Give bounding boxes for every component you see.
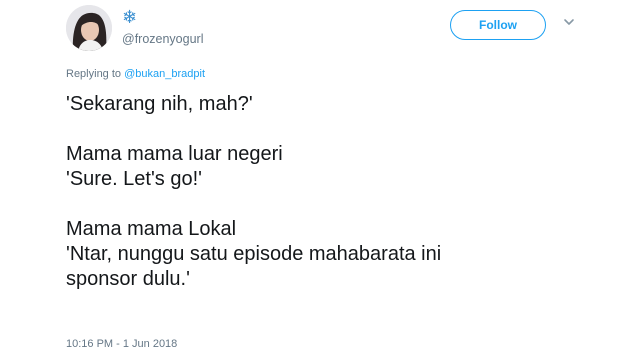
tweet-line: Mama mama Lokal — [66, 218, 237, 240]
profile-photo-icon — [66, 5, 112, 51]
reply-mention-link[interactable]: @bukan_bradpit — [124, 68, 205, 80]
user-handle[interactable]: @frozenyogurl — [122, 32, 203, 46]
tweet-text: 'Sekarang nih, mah?' Mama mama luar nege… — [66, 92, 626, 292]
chevron-down-icon[interactable] — [563, 16, 575, 28]
tweet-card: ❄ @frozenyogurl Follow Replying to @buka… — [0, 0, 640, 360]
display-name[interactable]: ❄ — [122, 7, 137, 27]
tweet-line: Mama mama luar negeri — [66, 143, 283, 165]
tweet-line: 'Sure. Let's go!' — [66, 168, 202, 190]
tweet-line: sponsor dulu.' — [66, 268, 190, 290]
replying-to: Replying to @bukan_bradpit — [66, 68, 205, 81]
follow-button[interactable]: Follow — [450, 10, 546, 40]
replying-to-label: Replying to — [66, 68, 122, 80]
tweet-line: 'Ntar, nunggu satu episode mahabarata in… — [66, 243, 442, 265]
avatar[interactable] — [66, 5, 112, 51]
tweet-timestamp[interactable]: 10:16 PM - 1 Jun 2018 — [66, 338, 177, 351]
tweet-line: 'Sekarang nih, mah?' — [66, 93, 253, 115]
